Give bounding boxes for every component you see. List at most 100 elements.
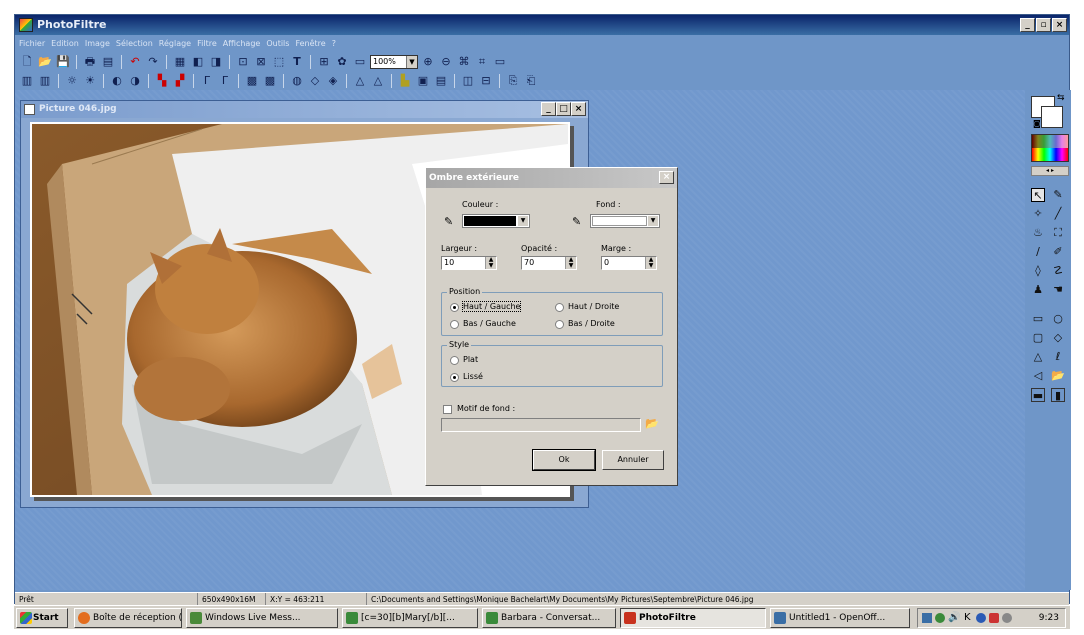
brightness-down-icon[interactable]: ☼ bbox=[64, 73, 80, 89]
fullscreen-icon[interactable]: ▭ bbox=[492, 54, 508, 70]
taskbar-item-chat-barbara[interactable]: Barbara - Conversat... bbox=[482, 608, 616, 628]
taskbar-item-chat-mary[interactable]: [c=30][b]Mary[/b][... bbox=[342, 608, 478, 628]
texture-icon[interactable]: ▤ bbox=[433, 73, 449, 89]
menu-fenetre[interactable]: Fenêtre bbox=[295, 35, 325, 52]
blur-drop-icon[interactable]: ◊ bbox=[1031, 264, 1045, 278]
gamma-up-icon[interactable]: Γ bbox=[217, 73, 233, 89]
redo-icon[interactable]: ↷ bbox=[145, 54, 161, 70]
rounded-rect-select-icon[interactable]: ▢ bbox=[1031, 331, 1045, 345]
restore-button[interactable]: ▫ bbox=[1036, 18, 1051, 32]
menu-outils[interactable]: Outils bbox=[266, 35, 289, 52]
pipette-icon[interactable]: ✎ bbox=[1051, 188, 1065, 202]
plat-label[interactable]: Plat bbox=[463, 355, 478, 364]
select-icon[interactable]: ⬚ bbox=[271, 54, 287, 70]
flip-icon[interactable]: ◫ bbox=[460, 73, 476, 89]
clock[interactable]: 9:23 bbox=[1039, 609, 1059, 627]
taskbar-item-openoffice[interactable]: Untitled1 - OpenOff... bbox=[770, 608, 910, 628]
radio-bas-gauche[interactable] bbox=[450, 320, 459, 329]
menu-selection[interactable]: Sélection bbox=[116, 35, 153, 52]
update-icon[interactable] bbox=[989, 613, 999, 623]
triangle-icon[interactable]: △ bbox=[352, 73, 368, 89]
menu-image[interactable]: Image bbox=[85, 35, 110, 52]
saturation-down-icon[interactable]: ▚ bbox=[154, 73, 170, 89]
triangle-select-icon[interactable]: △ bbox=[1031, 350, 1045, 364]
menu-affichage[interactable]: Affichage bbox=[223, 35, 261, 52]
picture-close-button[interactable]: × bbox=[571, 102, 586, 116]
color-palette-grid[interactable] bbox=[1031, 134, 1069, 162]
lasso-icon[interactable]: ℓ bbox=[1051, 350, 1065, 364]
radio-haut-droite[interactable] bbox=[555, 303, 564, 312]
ellipse-select-icon[interactable]: ○ bbox=[1051, 312, 1065, 326]
spin-arrows-icon[interactable]: ▲ ▼ bbox=[565, 257, 576, 269]
select-all-icon[interactable]: ▬ bbox=[1031, 388, 1045, 402]
antivirus-icon[interactable]: K bbox=[964, 609, 971, 627]
triangle-outline-icon[interactable]: △ bbox=[370, 73, 386, 89]
rotate-icon[interactable]: ⊟ bbox=[478, 73, 494, 89]
advanced-brush-icon[interactable]: ✐ bbox=[1051, 245, 1065, 259]
sharpen-icon[interactable]: ◈ bbox=[325, 73, 341, 89]
browser-icon[interactable]: ⊞ bbox=[316, 54, 332, 70]
actual-size-icon[interactable]: ⌗ bbox=[474, 54, 490, 70]
fond-picker[interactable]: ▼ bbox=[590, 214, 660, 228]
grayscale-icon[interactable]: ▩ bbox=[244, 73, 260, 89]
sepia-icon[interactable]: ▩ bbox=[262, 73, 278, 89]
radio-bas-droite[interactable] bbox=[555, 320, 564, 329]
smudge-icon[interactable]: ☡ bbox=[1051, 264, 1065, 278]
polygon-select-icon[interactable]: ◁ bbox=[1031, 369, 1045, 383]
bas-droite-label[interactable]: Bas / Droite bbox=[568, 319, 615, 328]
taskbar-item-mail[interactable]: Boîte de réception (... bbox=[74, 608, 182, 628]
zoom-in-icon[interactable]: ⊕ bbox=[420, 54, 436, 70]
zoom-out-icon[interactable]: ⊖ bbox=[438, 54, 454, 70]
largeur-input[interactable]: 10 ▲ ▼ bbox=[441, 256, 497, 270]
spin-arrows-icon[interactable]: ▲ ▼ bbox=[645, 257, 656, 269]
motif-path-field[interactable] bbox=[441, 418, 641, 432]
blur-icon[interactable]: ◍ bbox=[289, 73, 305, 89]
bas-gauche-label[interactable]: Bas / Gauche bbox=[463, 319, 516, 328]
effects-icon[interactable]: ⎗ bbox=[523, 73, 539, 89]
undo-icon[interactable]: ↶ bbox=[127, 54, 143, 70]
chevron-down-icon[interactable]: ▼ bbox=[648, 216, 658, 226]
saturation-up-icon[interactable]: ▞ bbox=[172, 73, 188, 89]
brush-icon[interactable]: ∕ bbox=[1031, 245, 1045, 259]
picture-minimize-button[interactable]: _ bbox=[541, 102, 556, 116]
auto-contrast-icon[interactable]: ▥ bbox=[37, 73, 53, 89]
contrast-down-icon[interactable]: ◐ bbox=[109, 73, 125, 89]
motif-checkbox[interactable] bbox=[443, 405, 452, 414]
new-file-icon[interactable]: 🗋 bbox=[19, 54, 35, 70]
soften-icon[interactable]: ◇ bbox=[307, 73, 323, 89]
radio-haut-gauche[interactable] bbox=[450, 303, 459, 312]
clock-tray-icon[interactable] bbox=[1002, 613, 1012, 623]
spray-icon[interactable]: ⛶ bbox=[1051, 226, 1065, 240]
dialog-close-button[interactable]: × bbox=[659, 171, 674, 184]
default-colors-icon[interactable]: ◙ bbox=[1033, 119, 1041, 128]
radio-lisse[interactable] bbox=[450, 373, 459, 382]
cancel-button[interactable]: Annuler bbox=[602, 450, 664, 470]
chevron-down-icon[interactable]: ▼ bbox=[518, 216, 528, 226]
frame-icon[interactable]: ▣ bbox=[415, 73, 431, 89]
background-color-swatch[interactable] bbox=[1041, 106, 1063, 128]
close-button[interactable]: × bbox=[1052, 18, 1067, 32]
haut-droite-label[interactable]: Haut / Droite bbox=[568, 302, 619, 311]
swap-colors-icon[interactable]: ⇆ bbox=[1057, 93, 1065, 103]
gamma-down-icon[interactable]: Γ bbox=[199, 73, 215, 89]
selection-pointer-icon[interactable]: ↖ bbox=[1031, 188, 1045, 202]
crop-icon[interactable]: ⊡ bbox=[235, 54, 251, 70]
plugin-icon[interactable]: ✿ bbox=[334, 54, 350, 70]
paste-icon[interactable]: ◨ bbox=[208, 54, 224, 70]
fit-window-icon[interactable]: ⌘ bbox=[456, 54, 472, 70]
fill-bucket-icon[interactable]: ♨ bbox=[1031, 226, 1045, 240]
ok-button[interactable]: Ok bbox=[532, 449, 596, 471]
chevron-down-icon[interactable]: ▼ bbox=[406, 55, 417, 68]
resize-icon[interactable]: ⊠ bbox=[253, 54, 269, 70]
spin-arrows-icon[interactable]: ▲ ▼ bbox=[485, 257, 496, 269]
gradient-icon[interactable]: ▙ bbox=[397, 73, 413, 89]
messenger-tray-icon[interactable] bbox=[935, 613, 945, 623]
security-icon[interactable] bbox=[976, 613, 986, 623]
transform-icon[interactable]: ⎘ bbox=[505, 73, 521, 89]
taskbar-item-photofiltre[interactable]: PhotoFiltre bbox=[620, 608, 766, 628]
couleur-picker[interactable]: ▼ bbox=[462, 214, 530, 228]
line-icon[interactable]: ╱ bbox=[1051, 207, 1065, 221]
picture-maximize-button[interactable]: □ bbox=[556, 102, 571, 116]
menu-help[interactable]: ? bbox=[332, 35, 336, 52]
magic-wand-icon[interactable]: ✧ bbox=[1031, 207, 1045, 221]
